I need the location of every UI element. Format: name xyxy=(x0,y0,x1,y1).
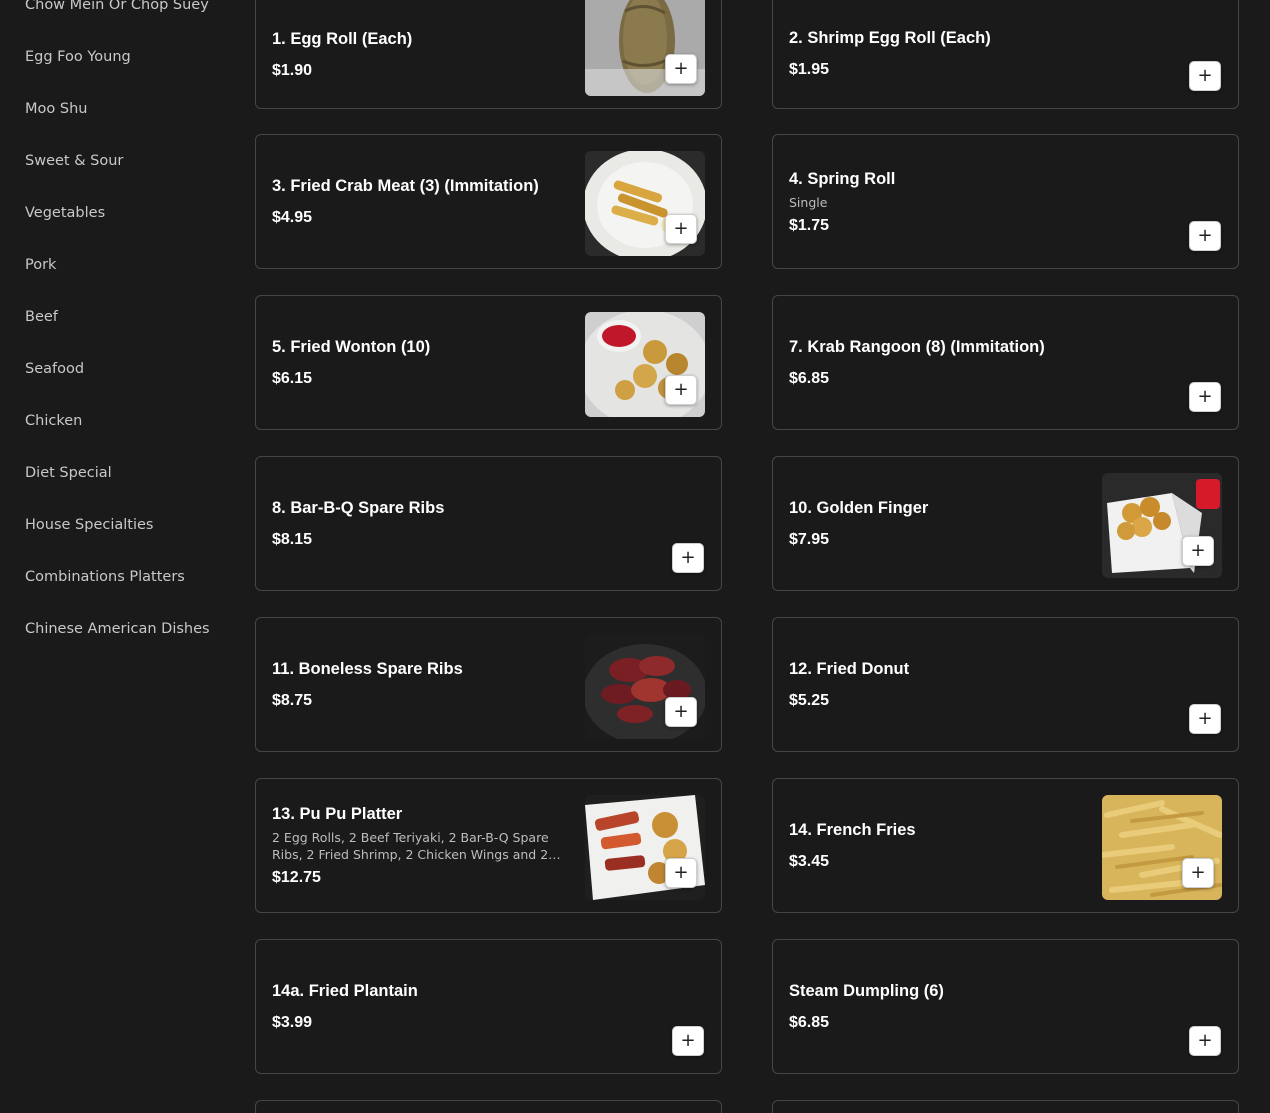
add-to-cart-button[interactable]: + xyxy=(665,54,697,84)
item-price: $8.75 xyxy=(272,692,313,709)
add-to-cart-button[interactable]: + xyxy=(1189,382,1221,412)
item-name: 3. Fried Crab Meat (3) (Immitation) xyxy=(272,177,539,195)
menu-item-card[interactable]: 3. Fried Crab Meat (3) (Immitation) $4.9… xyxy=(255,134,722,269)
category-sidebar: Chow Mein Or Chop Suey Egg Foo Young Moo… xyxy=(0,0,230,1113)
menu-item-card[interactable]: 1. Egg Roll (Each) $1.90 + xyxy=(255,0,722,109)
item-price: $4.95 xyxy=(272,209,313,226)
menu-item-card[interactable] xyxy=(255,1100,722,1113)
plus-icon: + xyxy=(1197,1030,1213,1051)
add-to-cart-button[interactable]: + xyxy=(665,375,697,405)
item-price: $3.99 xyxy=(272,1014,313,1031)
add-to-cart-button[interactable]: + xyxy=(1182,858,1214,888)
plus-icon: + xyxy=(680,547,696,568)
menu-item-card[interactable]: 14. French Fries $3.45 + xyxy=(772,778,1239,913)
add-to-cart-button[interactable]: + xyxy=(1189,221,1221,251)
sidebar-item-chinese-american-dishes[interactable]: Chinese American Dishes xyxy=(25,621,210,637)
item-price: $1.90 xyxy=(272,62,313,79)
menu-item-card[interactable]: 14a. Fried Plantain $3.99 + xyxy=(255,939,722,1074)
sidebar-item-chow-mein[interactable]: Chow Mein Or Chop Suey xyxy=(25,0,209,13)
menu-item-card[interactable]: 7. Krab Rangoon (8) (Immitation) $6.85 + xyxy=(772,295,1239,430)
item-name: 10. Golden Finger xyxy=(789,499,929,517)
item-price: $12.75 xyxy=(272,869,321,886)
add-to-cart-button[interactable]: + xyxy=(672,543,704,573)
item-name: Steam Dumpling (6) xyxy=(789,982,944,1000)
sidebar-item-diet-special[interactable]: Diet Special xyxy=(25,465,112,481)
item-name: 14. French Fries xyxy=(789,821,916,839)
item-price: $7.95 xyxy=(789,531,830,548)
add-to-cart-button[interactable]: + xyxy=(665,697,697,727)
plus-icon: + xyxy=(680,1030,696,1051)
plus-icon: + xyxy=(673,218,689,239)
add-to-cart-button[interactable]: + xyxy=(1182,536,1214,566)
item-price: $6.15 xyxy=(272,370,313,387)
menu-item-card[interactable]: 2. Shrimp Egg Roll (Each) $1.95 + xyxy=(772,0,1239,109)
item-price: $6.85 xyxy=(789,370,830,387)
item-name: 8. Bar-B-Q Spare Ribs xyxy=(272,499,445,517)
sidebar-item-combination-platters[interactable]: Combinations Platters xyxy=(25,569,185,585)
menu-item-card[interactable]: 5. Fried Wonton (10) $6.15 + xyxy=(255,295,722,430)
sidebar-item-beef[interactable]: Beef xyxy=(25,309,58,325)
add-to-cart-button[interactable]: + xyxy=(665,214,697,244)
item-price: $5.25 xyxy=(789,692,830,709)
sidebar-item-vegetables[interactable]: Vegetables xyxy=(25,205,105,221)
item-description: 2 Egg Rolls, 2 Beef Teriyaki, 2 Bar-B-Q … xyxy=(272,830,549,862)
plus-icon: + xyxy=(673,58,689,79)
plus-icon: + xyxy=(673,379,689,400)
plus-icon: + xyxy=(1197,225,1213,246)
item-name: 4. Spring Roll xyxy=(789,169,896,188)
add-to-cart-button[interactable]: + xyxy=(672,1026,704,1056)
item-name: 5. Fried Wonton (10) xyxy=(272,338,431,356)
item-name: 13. Pu Pu Platter xyxy=(272,805,403,823)
menu-item-card[interactable]: 11. Boneless Spare Ribs $8.75 + xyxy=(255,617,722,752)
item-name: 1. Egg Roll (Each) xyxy=(272,30,413,48)
menu-item-card[interactable]: 12. Fried Donut $5.25 + xyxy=(772,617,1239,752)
menu-item-card[interactable] xyxy=(772,1100,1239,1113)
sidebar-item-moo-shu[interactable]: Moo Shu xyxy=(25,101,87,117)
add-to-cart-button[interactable]: + xyxy=(665,858,697,888)
item-price: $6.85 xyxy=(789,1014,830,1031)
item-name: 12. Fried Donut xyxy=(789,660,910,678)
plus-icon: + xyxy=(1190,862,1206,883)
plus-icon: + xyxy=(1190,540,1206,561)
menu-item-card[interactable]: 4. Spring Roll Single $1.75 + xyxy=(772,134,1239,269)
item-price: $1.75 xyxy=(789,216,830,234)
plus-icon: + xyxy=(1197,386,1213,407)
sidebar-item-chicken[interactable]: Chicken xyxy=(25,413,82,429)
plus-icon: + xyxy=(673,701,689,722)
menu-page: Chow Mein Or Chop Suey Egg Foo Young Moo… xyxy=(0,0,1270,1113)
add-to-cart-button[interactable]: + xyxy=(1189,704,1221,734)
sidebar-item-pork[interactable]: Pork xyxy=(25,257,56,273)
plus-icon: + xyxy=(1197,65,1213,86)
item-name: 14a. Fried Plantain xyxy=(272,982,418,1000)
sidebar-item-sweet-sour[interactable]: Sweet & Sour xyxy=(25,153,123,169)
item-price: $3.45 xyxy=(789,853,830,870)
menu-item-card[interactable]: 13. Pu Pu Platter 2 Egg Rolls, 2 Beef Te… xyxy=(255,778,722,913)
item-name: 11. Boneless Spare Ribs xyxy=(272,660,463,678)
sidebar-item-egg-foo-young[interactable]: Egg Foo Young xyxy=(25,49,131,65)
plus-icon: + xyxy=(1197,708,1213,729)
plus-icon: + xyxy=(673,862,689,883)
sidebar-item-house-specialties[interactable]: House Specialties xyxy=(25,517,153,533)
menu-item-card[interactable]: Steam Dumpling (6) $6.85 + xyxy=(772,939,1239,1074)
item-name: 7. Krab Rangoon (8) (Immitation) xyxy=(789,338,1045,356)
menu-item-card[interactable]: 10. Golden Finger $7.95 + xyxy=(772,456,1239,591)
add-to-cart-button[interactable]: + xyxy=(1189,1026,1221,1056)
item-price: $8.15 xyxy=(272,531,313,548)
item-name: 2. Shrimp Egg Roll (Each) xyxy=(789,29,991,47)
menu-item-card[interactable]: 8. Bar-B-Q Spare Ribs $8.15 + xyxy=(255,456,722,591)
sidebar-item-seafood[interactable]: Seafood xyxy=(25,361,84,377)
item-price: $1.95 xyxy=(789,61,830,78)
add-to-cart-button[interactable]: + xyxy=(1189,61,1221,91)
item-description: Single xyxy=(789,194,828,210)
